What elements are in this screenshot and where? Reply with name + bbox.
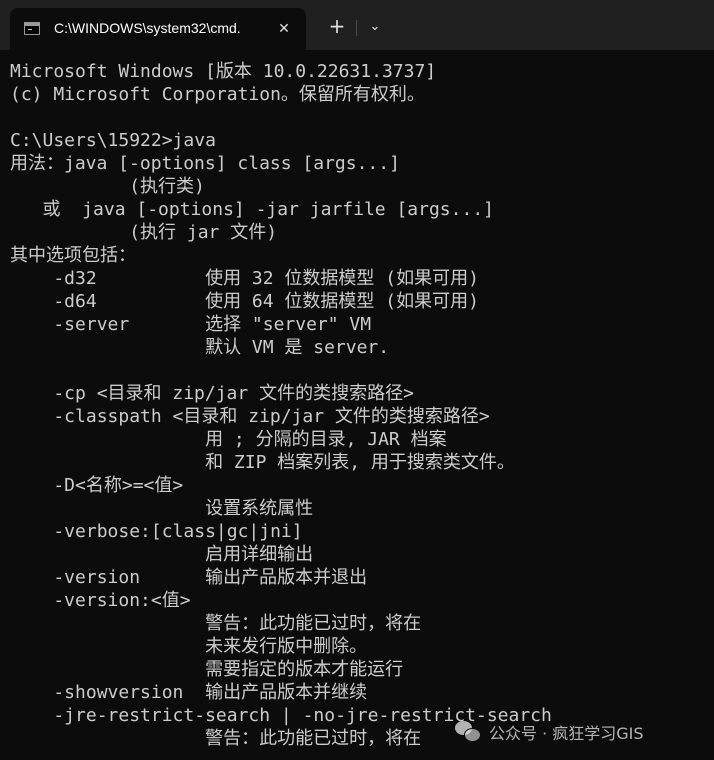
cmd-icon (24, 22, 40, 35)
terminal-line: C:\Users\15922>java (10, 130, 216, 151)
new-tab-button[interactable]: + (324, 14, 350, 40)
terminal-line: -version:<值> (10, 590, 191, 611)
terminal-line: -server 选择 "server" VM (10, 314, 372, 335)
terminal-output[interactable]: Microsoft Windows [版本 10.0.22631.3737] (c… (10, 60, 710, 760)
terminal-line: 未来发行版中删除。 (10, 636, 368, 657)
terminal-line: 用法：java [-options] class [args...] (10, 153, 400, 174)
terminal-line: 需要指定的版本才能运行 (10, 659, 404, 680)
terminal-line: -cp <目录和 zip/jar 文件的类搜索路径> (10, 383, 414, 404)
wechat-icon (455, 721, 481, 743)
terminal-line: -d64 使用 64 位数据模型 (如果可用) (10, 291, 479, 312)
terminal-line: -d32 使用 32 位数据模型 (如果可用) (10, 268, 479, 289)
terminal-line: 设置系统属性 (10, 498, 314, 519)
terminal-line: 或 java [-options] -jar jarfile [args...] (10, 199, 495, 220)
watermark-text: 公众号 · 疯狂学习GIS (489, 724, 644, 743)
terminal-line: -D<名称>=<值> (10, 475, 184, 496)
tab-divider (356, 20, 357, 36)
terminal-line: (c) Microsoft Corporation。保留所有权利。 (10, 84, 425, 105)
terminal-line: -version 输出产品版本并退出 (10, 567, 368, 588)
terminal-line: 用 ; 分隔的目录, JAR 档案 (10, 429, 447, 450)
chevron-down-icon[interactable]: ⌄ (362, 14, 388, 40)
terminal-line: (执行类) (10, 176, 205, 197)
title-bar: C:\WINDOWS\system32\cmd. ✕ + ⌄ (0, 0, 714, 50)
terminal-line: 默认 VM 是 server. (10, 337, 390, 358)
terminal-line: -classpath <目录和 zip/jar 文件的类搜索路径> (10, 406, 490, 427)
tab-title: C:\WINDOWS\system32\cmd. (54, 20, 241, 36)
terminal-line: 其中选项包括： (10, 245, 136, 266)
tab-cmd[interactable]: C:\WINDOWS\system32\cmd. ✕ (10, 8, 306, 50)
terminal-line: -showversion 输出产品版本并继续 (10, 682, 368, 703)
terminal-line: 和 ZIP 档案列表, 用于搜索类文件。 (10, 452, 515, 473)
terminal-window: C:\WINDOWS\system32\cmd. ✕ + ⌄ Microsoft… (0, 0, 714, 760)
watermark: 公众号 · 疯狂学习GIS (455, 718, 644, 746)
terminal-line: -verbose:[class|gc|jni] (10, 521, 303, 542)
close-icon[interactable]: ✕ (274, 19, 294, 39)
terminal-line: (执行 jar 文件) (10, 222, 278, 243)
terminal-line: 警告：此功能已过时，将在 (10, 613, 422, 634)
terminal-line: 启用详细输出 (10, 544, 314, 565)
terminal-line: Microsoft Windows [版本 10.0.22631.3737] (10, 61, 437, 82)
